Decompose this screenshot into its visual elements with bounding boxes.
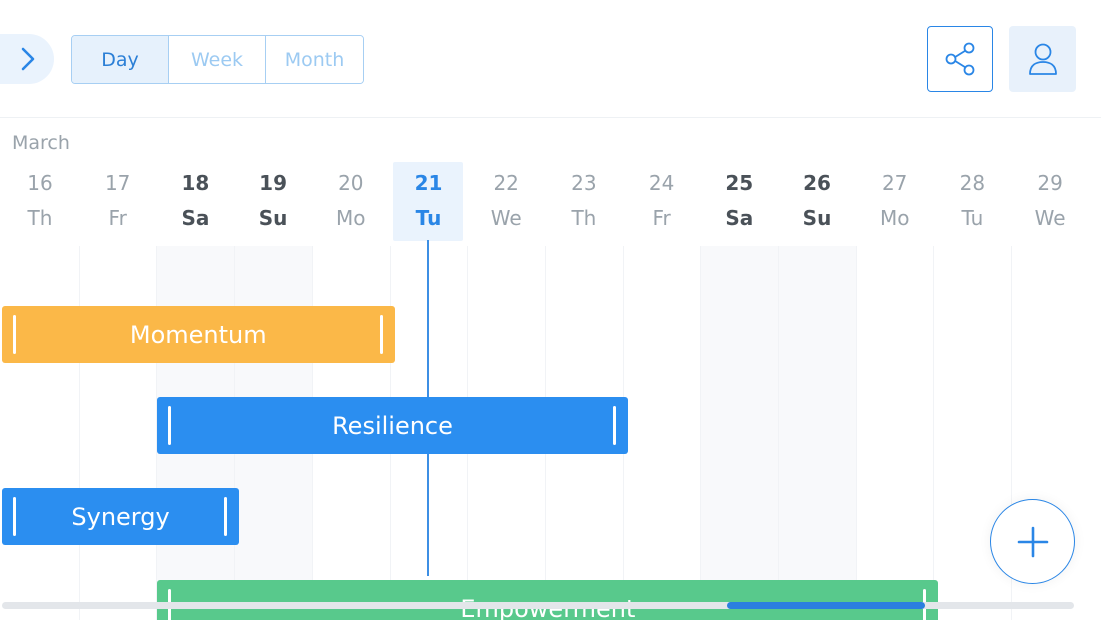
resize-handle-start[interactable] [168,406,172,445]
day-column-header[interactable]: 23 Th [545,162,623,242]
day-of-week: Tu [415,206,442,230]
resize-handle-end[interactable] [612,406,616,445]
resize-handle-end[interactable] [224,497,228,536]
task-bar-synergy[interactable]: Synergy [2,488,240,545]
sidebar-toggle-button[interactable] [0,34,54,84]
task-bar-label: Resilience [332,411,453,440]
day-of-week: We [490,206,522,230]
day-column-header[interactable]: 26 Su [778,162,856,242]
day-column-header[interactable]: 28 Tu [933,162,1011,242]
day-column-header[interactable]: 24 Fr [623,162,701,242]
day-column-header[interactable]: 21 Tu [390,162,468,242]
day-of-week: Sa [181,206,210,230]
task-bar-label: Synergy [71,502,170,531]
horizontal-scrollbar-thumb[interactable] [727,602,925,609]
task-bar-label: Momentum [129,320,267,349]
day-of-week: Su [802,206,832,230]
user-icon [1028,43,1057,75]
day-column-header[interactable]: 22 We [467,162,545,242]
day-number: 21 [414,171,443,195]
day-column-header[interactable]: 18 Sa [156,162,234,242]
task-bar-momentum[interactable]: Momentum [2,306,395,363]
day-number: 17 [104,171,131,195]
day-of-week: Mo [336,206,366,230]
day-of-week: Mo [879,206,910,230]
share-icon [945,42,975,76]
gantt-app: Day Week Month March 16 Th 17 Fr 18 Sa 19 Su 20 M… [0,0,1101,620]
day-of-week: Sa [725,206,754,230]
day-column-header[interactable]: 19 Su [234,162,312,242]
view-month-button[interactable]: Month [266,36,363,83]
chevron-right-icon [21,47,35,71]
grid-line [78,246,80,620]
weekend-band [700,246,778,620]
resize-handle-start[interactable] [13,315,16,354]
resize-handle-start[interactable] [13,497,16,536]
share-button[interactable] [927,26,993,92]
timeline: March 16 Th 17 Fr 18 Sa 19 Su 20 Mo 21 Tu 22 We 23 Th 24… [0,118,1101,620]
toolbar: Day Week Month [0,0,1101,118]
profile-button[interactable] [1009,26,1076,92]
grid-line [933,246,935,620]
day-number: 18 [181,171,210,195]
add-task-button[interactable] [990,499,1075,584]
day-number: 23 [571,171,597,195]
day-column-header[interactable]: 25 Sa [700,162,778,242]
day-number: 25 [725,171,754,195]
day-number: 16 [27,171,53,195]
day-of-week: Fr [108,206,127,230]
task-bar-empowerment[interactable]: Empowerment [157,580,939,620]
grid-line [700,246,702,620]
day-column-header[interactable]: 20 Mo [312,162,390,242]
day-number: 28 [959,171,986,195]
day-number: 19 [259,171,288,195]
day-column-header[interactable]: 27 Mo [856,162,934,242]
plus-icon [1017,526,1048,557]
weekend-band [778,246,856,620]
day-column-header[interactable]: 17 Fr [79,162,157,242]
month-label: March [12,132,70,154]
day-of-week: Tu [961,206,984,230]
day-number: 22 [493,171,519,195]
day-of-week: Th [571,206,597,230]
view-day-button[interactable]: Day [72,36,169,83]
day-of-week: Th [27,206,53,230]
resize-handle-end[interactable] [379,315,383,354]
day-number: 24 [648,171,675,195]
day-of-week: Fr [652,206,671,230]
day-column-header[interactable]: 29 We [1011,162,1089,242]
task-bar-resilience[interactable]: Resilience [157,397,628,454]
day-number: 27 [881,171,908,195]
day-of-week: We [1034,206,1066,230]
view-switch: Day Week Month [71,35,364,84]
grid-line [855,246,857,620]
day-of-week: Su [258,206,288,230]
day-number: 29 [1037,171,1063,195]
view-week-button[interactable]: Week [169,36,266,83]
grid-line [778,246,779,620]
day-number: 26 [803,171,831,195]
day-column-header[interactable]: 16 Th [1,162,79,242]
day-number: 20 [338,171,364,195]
